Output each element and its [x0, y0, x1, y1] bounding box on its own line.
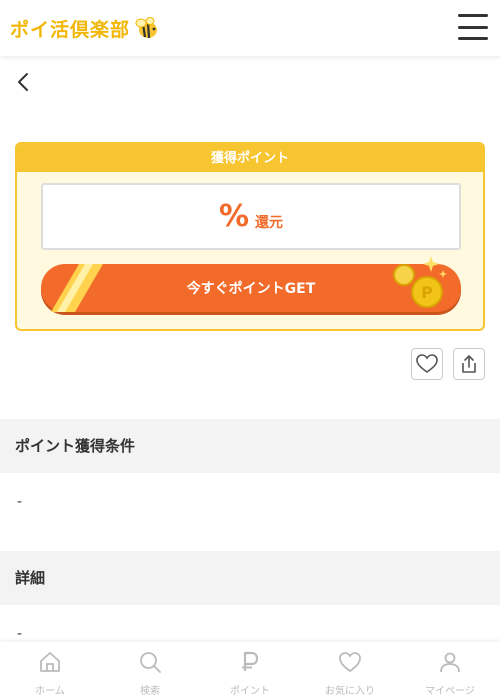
- nav-label-favorites: お気に入り: [325, 686, 375, 697]
- bottom-navigation: ホーム 検索 ポイント お気に入り マイページ: [0, 642, 500, 700]
- nav-item-favorites[interactable]: お気に入り: [300, 642, 400, 700]
- point-icon: [242, 651, 259, 671]
- share-button[interactable]: [453, 348, 485, 380]
- nav-item-mypage[interactable]: マイページ: [400, 642, 500, 700]
- get-points-label: 今すぐポイントGET: [186, 281, 316, 297]
- conditions-section-body: -: [17, 494, 23, 510]
- user-icon: [440, 652, 460, 673]
- heart-icon: [416, 354, 438, 373]
- nav-label-points: ポイント: [230, 686, 270, 697]
- reward-rate-unit: 還元: [255, 214, 284, 231]
- reward-rate-box: % 還元: [41, 183, 461, 250]
- button-shine-decoration: [51, 264, 103, 312]
- nav-item-points[interactable]: ポイント: [200, 642, 300, 700]
- coins-icon: P: [393, 256, 447, 308]
- hamburger-menu-icon[interactable]: [458, 14, 488, 40]
- svg-text:P: P: [421, 283, 433, 302]
- share-icon: [462, 355, 476, 373]
- app-header: ポイ活倶楽部: [0, 0, 500, 56]
- favorite-button[interactable]: [411, 348, 443, 380]
- points-card-header: 獲得ポイント: [17, 144, 483, 172]
- points-card: 獲得ポイント % 還元 今すぐポイントGET P: [15, 142, 485, 331]
- logo-text: ポイ活倶楽部: [10, 18, 131, 41]
- nav-label-home: ホーム: [35, 686, 65, 697]
- conditions-section-title: ポイント獲得条件: [0, 419, 500, 473]
- home-icon: [40, 652, 60, 672]
- heart-icon: [339, 652, 361, 673]
- bee-icon: [135, 17, 158, 39]
- logo[interactable]: ポイ活倶楽部: [10, 14, 160, 42]
- chevron-left-icon[interactable]: [14, 70, 34, 94]
- search-icon: [140, 652, 161, 673]
- nav-label-mypage: マイページ: [425, 686, 475, 697]
- get-points-button[interactable]: 今すぐポイントGET P: [41, 256, 461, 312]
- nav-item-home[interactable]: ホーム: [0, 642, 100, 700]
- details-section-body: -: [17, 626, 23, 642]
- details-section-title: 詳細: [0, 551, 500, 605]
- nav-item-search[interactable]: 検索: [100, 642, 200, 700]
- nav-label-search: 検索: [140, 686, 160, 697]
- reward-rate-symbol: %: [218, 198, 250, 234]
